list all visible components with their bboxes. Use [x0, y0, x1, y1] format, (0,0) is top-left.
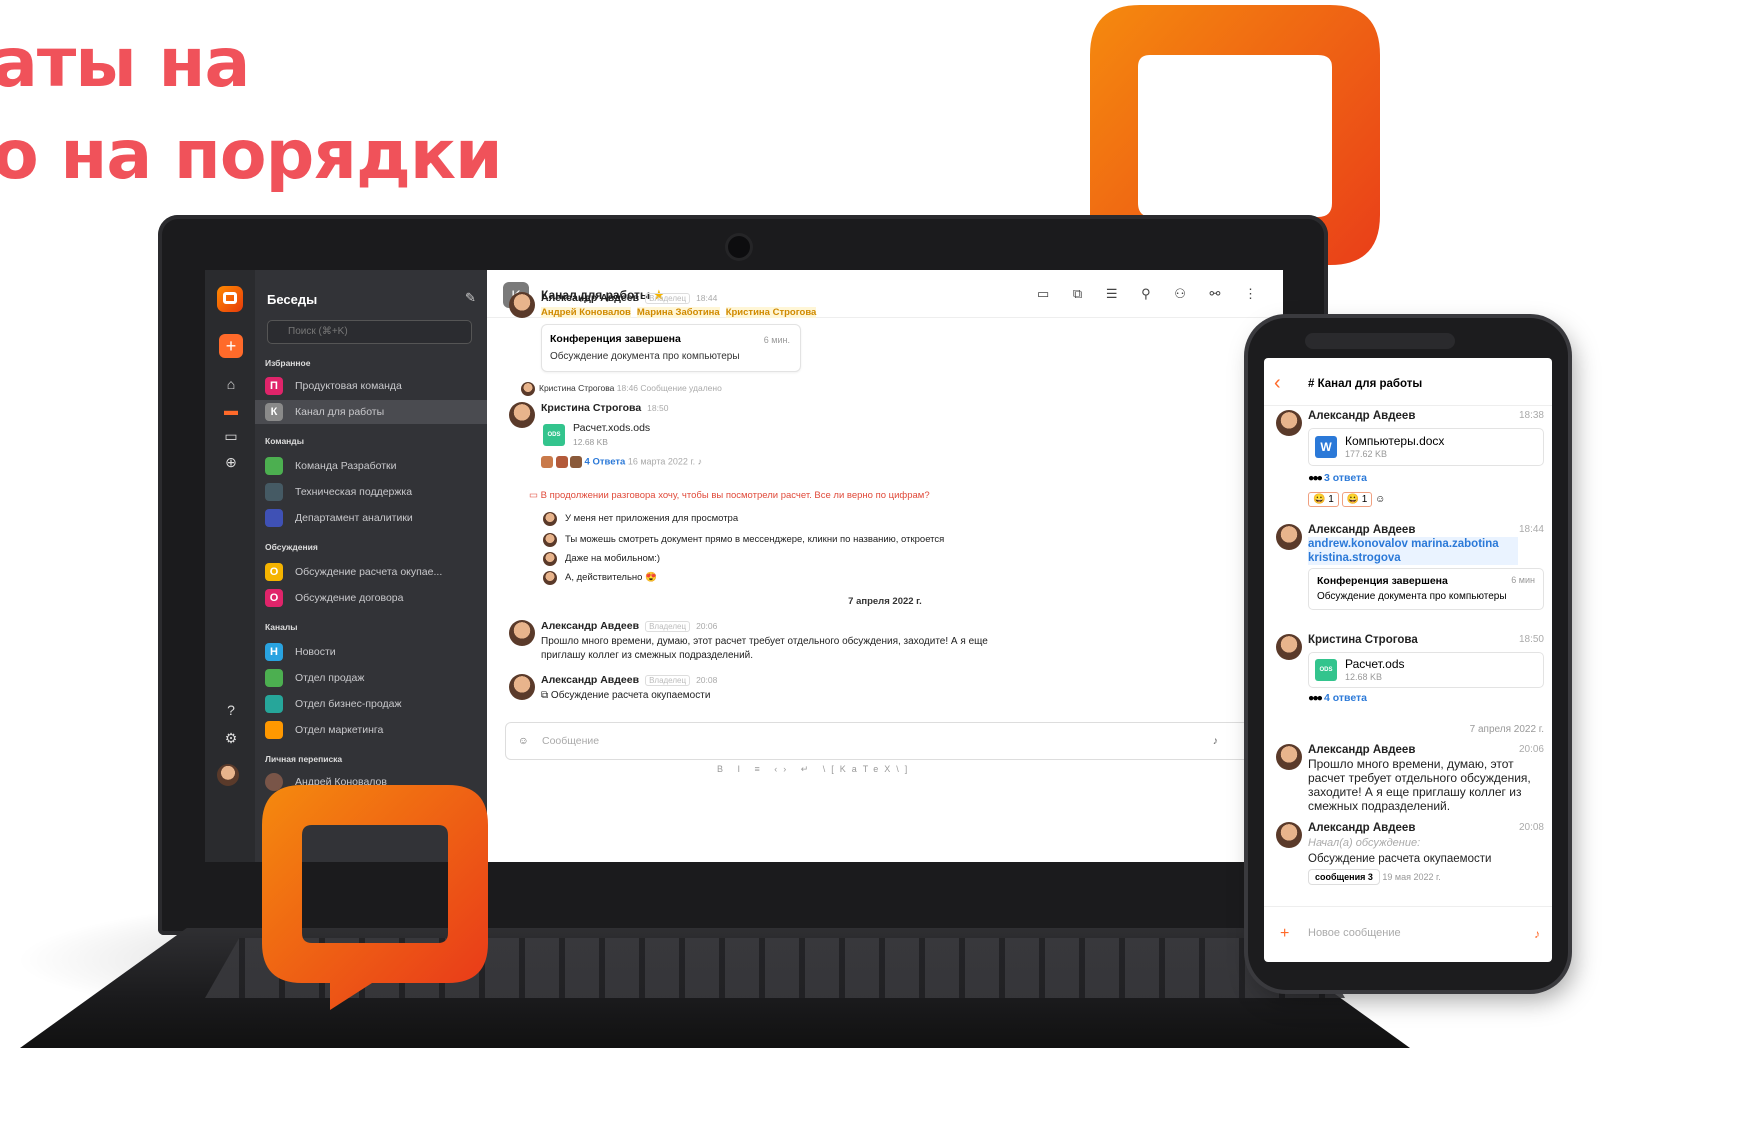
mentions: Андрей Коновалов Марина Заботина Кристина … [541, 307, 817, 318]
sidebar-item-marketing[interactable]: Отдел маркетинга [255, 718, 487, 742]
brand-logo-small [262, 785, 488, 1010]
format-toolbar[interactable]: B I ≡ ‹› ↵ \[KaTeX\] [717, 764, 913, 775]
compose-icon[interactable]: ✎ [465, 290, 476, 306]
thread-line: Даже на мобильном:) [509, 552, 1263, 566]
message: Александр Авдеев Владелец 20:06 Прошло мно… [509, 620, 1263, 664]
section-channels: Каналы [265, 622, 298, 632]
video-icon[interactable]: ▭ [221, 428, 241, 446]
replies-link[interactable]: 4 Ответа [585, 456, 626, 467]
thread-line: А, действительно 😍 [509, 571, 1263, 585]
mic-icon[interactable]: ♪ [1213, 723, 1218, 759]
avatar [509, 292, 535, 318]
mentions[interactable]: andrew.konovalov marina.zabotina kristin… [1308, 537, 1518, 565]
ods-file-icon: ODS [543, 424, 565, 446]
conference-card[interactable]: Конференция завершена 6 мин. Обсуждение … [541, 324, 801, 372]
home-icon[interactable]: ⌂ [221, 376, 241, 394]
search-input[interactable]: Поиск (⌘+K) [267, 320, 472, 344]
sidebar-item-sales[interactable]: Отдел продаж [255, 666, 487, 690]
webcam [728, 236, 750, 258]
chat-panel: K Канал для работы ★ ▭ ⧉ ☰ ⚲ ⚇ ⚯ ⋮ Алекс… [487, 270, 1283, 862]
phone-channel-title[interactable]: # Канал для работы [1308, 378, 1422, 390]
thread-icon: ▭ [529, 490, 541, 501]
thread-button[interactable]: сообщения 3 [1308, 869, 1380, 885]
globe-icon[interactable]: ⊕ [221, 454, 241, 472]
participant-avatars: ●●● [1308, 472, 1323, 484]
sidebar-title: Беседы [267, 292, 318, 307]
phone-header: ‹ # Канал для работы [1264, 358, 1552, 406]
message-input[interactable]: ☺ Сообщение ♪ + [505, 722, 1271, 760]
section-favorites: Избранное [265, 358, 311, 368]
deleted-message: Кристина Строгова 18:46 Сообщение удален… [509, 382, 1263, 396]
user-avatar[interactable] [217, 764, 239, 786]
sidebar-item-payback-discussion[interactable]: О Обсуждение расчета окупае... [255, 560, 487, 584]
mic-icon[interactable]: ♪ [1534, 927, 1540, 941]
message: Александр Авдеев Владелец 18:44 Андрей Кон… [509, 292, 1263, 378]
phone-composer[interactable]: + Новое сообщение ♪ [1264, 906, 1552, 962]
sidebar-item-dev-team[interactable]: Команда Разработки [255, 454, 487, 478]
reaction[interactable]: 😀 1 [1308, 492, 1339, 507]
section-discussions: Обсуждения [265, 542, 318, 552]
bell-icon[interactable]: ♪ [698, 456, 703, 466]
headline-line-1: аты на [0, 24, 250, 103]
sidebar-item-support[interactable]: Техническая поддержка [255, 480, 487, 504]
chats-icon[interactable]: ▬ [221, 402, 241, 420]
participant-avatars: ●●● [1308, 692, 1323, 704]
app-logo-icon[interactable] [217, 286, 243, 312]
add-reaction-icon[interactable]: ☺ [1375, 494, 1385, 505]
settings-icon[interactable]: ⚙ [221, 730, 241, 748]
docx-file-icon: W [1315, 436, 1337, 458]
phone-screen: ‹ # Канал для работы Александр Авдеев 18… [1264, 358, 1552, 962]
message: Александр Авдеев 20:06 Прошло много врем… [1276, 744, 1544, 813]
new-chat-button[interactable]: + [219, 334, 243, 358]
date-separator: 7 апреля 2022 г. [848, 596, 922, 607]
replies-link[interactable]: 3 ответа [1324, 472, 1367, 484]
back-icon[interactable]: ‹ [1274, 372, 1281, 395]
app-rail: + ⌂ ▬ ▭ ⊕ ? ⚙ [205, 270, 255, 862]
file-name[interactable]: Расчет.xods.ods [573, 422, 650, 434]
sidebar-item-work-channel[interactable]: К Канал для работы [255, 400, 487, 424]
sidebar-item-business-sales[interactable]: Отдел бизнес-продаж [255, 692, 487, 716]
phone-camera-bar [1305, 333, 1455, 349]
reply-row: 4 Ответа 16 марта 2022 г. ♪ [541, 456, 702, 468]
file-attachment[interactable]: ODS Расчет.ods 12.68 KB [1308, 652, 1544, 688]
reaction[interactable]: 😀 1 [1341, 492, 1373, 507]
headline: аты на о на порядки [0, 18, 503, 202]
help-icon[interactable]: ? [221, 702, 241, 720]
sidebar-item-product-team[interactable]: П Продуктовая команда [255, 374, 487, 398]
plus-icon[interactable]: + [1280, 925, 1289, 943]
discussion-icon: ⧉ [541, 690, 551, 701]
thread-line: Ты можешь смотреть документ прямо в месс… [509, 533, 1263, 547]
sidebar: Беседы ✎ Поиск (⌘+K) Избранное П Продукто… [255, 270, 487, 862]
conference-card[interactable]: Конференция завершена 6 мин Обсуждение д… [1308, 568, 1544, 610]
section-teams: Команды [265, 436, 304, 446]
sidebar-item-analytics[interactable]: Департамент аналитики [255, 506, 487, 530]
file-attachment[interactable]: W Компьютеры.docx 177.62 KB [1308, 428, 1544, 466]
message: Кристина Строгова 18:50 ODS Расчет.xods.o… [509, 402, 1263, 474]
message: Александр Авдеев 18:44 andrew.konovalov … [1276, 524, 1544, 620]
message: Александр Авдеев Владелец 20:08 ⧉ Обсужден… [509, 674, 1263, 704]
replies-link[interactable]: 4 ответа [1324, 692, 1367, 704]
message: Александр Авдеев 18:38 W Компьютеры.docx… [1276, 410, 1544, 515]
message: Кристина Строгова 18:50 ODS Расчет.ods 1… [1276, 634, 1544, 704]
message: Александр Авдеев 20:08 Начал(а) обсужден… [1276, 822, 1544, 902]
section-personal: Личная переписка [265, 754, 343, 764]
sidebar-item-contract-discussion[interactable]: О Обсуждение договора [255, 586, 487, 610]
date-separator: 7 апреля 2022 г. [1469, 724, 1544, 735]
laptop-screen: + ⌂ ▬ ▭ ⊕ ? ⚙ Беседы ✎ Поиск (⌘+K) Избра… [205, 270, 1283, 862]
sidebar-item-news[interactable]: Н Новости [255, 640, 487, 664]
thread-question: ▭ В продолжении разговора хочу, чтобы вы… [529, 490, 930, 501]
headline-line-2: о на порядки [0, 116, 503, 195]
emoji-icon[interactable]: ☺ [518, 723, 529, 759]
thread-line: У меня нет приложения для просмотра [509, 512, 1263, 526]
ods-file-icon: ODS [1315, 659, 1337, 681]
